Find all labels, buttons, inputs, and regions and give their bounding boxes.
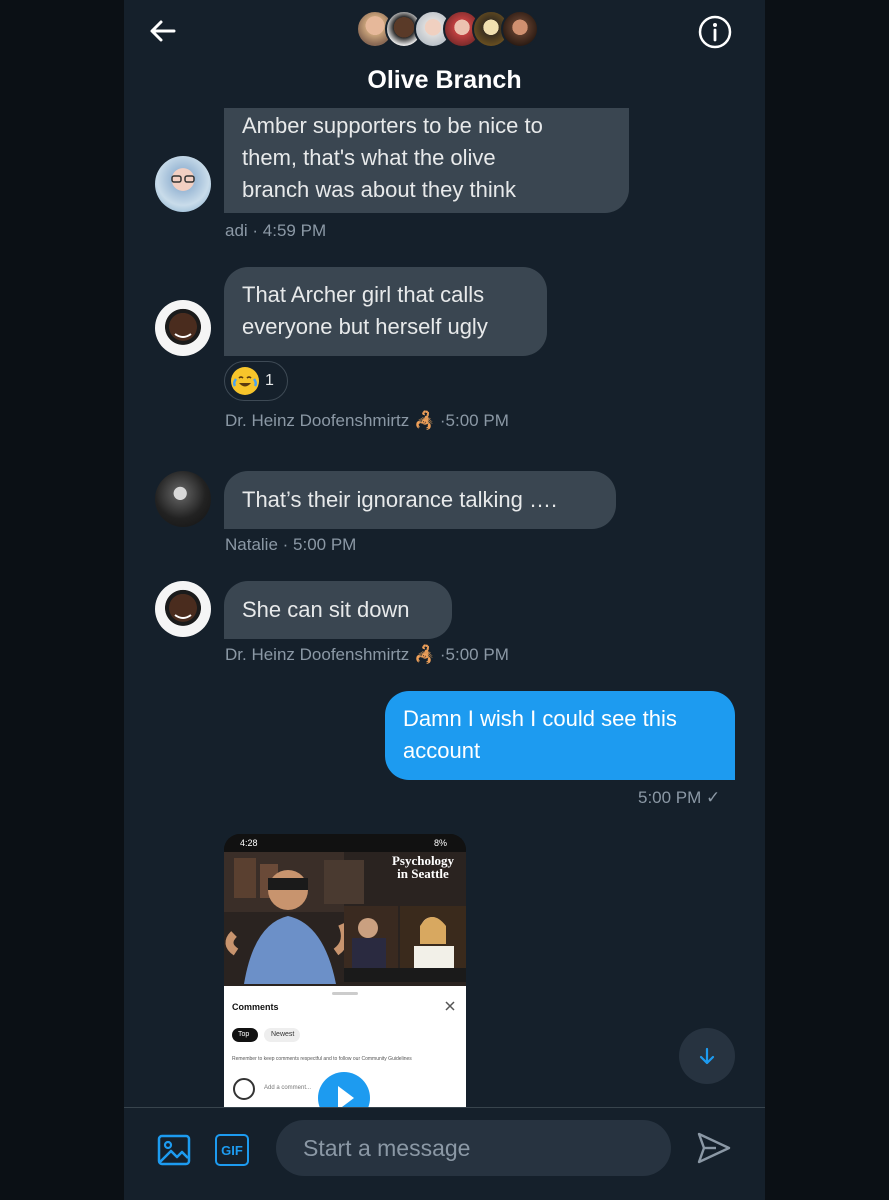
- info-circle-icon[interactable]: [697, 14, 733, 50]
- message-time: 5:00 PM ✓: [638, 788, 721, 807]
- message-meta: Dr. Heinz Doofenshmirtz 🦂 ·5:00 PM: [225, 645, 509, 665]
- group-avatar-stack[interactable]: [356, 10, 539, 50]
- attachment-chip-newest: Newest: [271, 1031, 295, 1038]
- attachment-chip-top: Top: [238, 1031, 250, 1038]
- gif-icon[interactable]: GIF: [215, 1134, 249, 1166]
- message-bubble[interactable]: Amber supporters to be nice to them, tha…: [224, 96, 629, 213]
- sender-name: Natalie ·: [225, 535, 294, 554]
- message-text-line: Amber supporters to be nice to: [242, 113, 543, 138]
- avatar[interactable]: [155, 581, 211, 637]
- arrow-down-icon: [699, 1047, 715, 1065]
- dm-conversation-screen: Olive Branch Amber supporters to be nice…: [124, 0, 765, 1200]
- message-bubble[interactable]: That Archer girl that calls everyone but…: [224, 267, 547, 356]
- attachment-comments-title: Comments: [232, 1002, 279, 1012]
- attachment-guidelines: Remember to keep comments respectful and…: [232, 1056, 412, 1062]
- message-bubble[interactable]: She can sit down: [224, 581, 452, 639]
- message-text-line: account: [403, 738, 481, 763]
- avatar[interactable]: [155, 156, 211, 212]
- attachment-battery: 8%: [434, 838, 448, 848]
- message-time: 5:00 PM: [293, 535, 357, 554]
- avatar[interactable]: [155, 471, 211, 527]
- message-time: 4:59 PM: [262, 221, 327, 240]
- sender-name: Dr. Heinz Doofenshmirtz: [225, 645, 410, 664]
- sender-name: adi ·: [225, 221, 263, 240]
- message-text-line: them, that's what the olive: [242, 145, 496, 170]
- message-meta: adi · 4:59 PM: [225, 221, 326, 241]
- message-text-line: everyone but herself ugly: [242, 314, 488, 339]
- image-icon[interactable]: [156, 1132, 192, 1168]
- message-time: 5:00 PM: [445, 411, 509, 430]
- attachment-add-comment: Add a comment...: [264, 1085, 312, 1091]
- gif-label: GIF: [221, 1142, 243, 1158]
- message-meta: Natalie · 5:00 PM: [225, 535, 356, 555]
- sender-name: Dr. Heinz Doofenshmirtz: [225, 411, 410, 430]
- message-input[interactable]: [276, 1120, 671, 1176]
- arrow-left-icon[interactable]: [146, 14, 180, 48]
- attachment-status-time: 4:28: [240, 838, 258, 848]
- message-text-line: That’s their ignorance talking ….: [242, 487, 558, 512]
- scroll-to-bottom-button[interactable]: [679, 1028, 735, 1084]
- image-attachment[interactable]: 4:28 8% Psychology in Seattle Comments T…: [224, 834, 466, 1124]
- message-text-line: That Archer girl that calls: [242, 282, 485, 307]
- message-bubble[interactable]: That’s their ignorance talking ….: [224, 471, 616, 529]
- conversation-header: Olive Branch: [124, 0, 765, 108]
- attachment-overlay-title: Psychology in Seattle: [380, 854, 466, 880]
- message-bubble[interactable]: Damn I wish I could see this account: [385, 691, 735, 780]
- scorpion-icon: 🦂: [413, 411, 436, 430]
- message-meta: 5:00 PM ✓: [638, 788, 720, 808]
- overlay-line: in Seattle: [397, 866, 449, 881]
- message-text-line: She can sit down: [242, 597, 410, 622]
- send-icon[interactable]: [696, 1130, 732, 1166]
- message-text-line: branch was about they think: [242, 177, 516, 202]
- avatar: [501, 10, 539, 48]
- message-text-line: Damn I wish I could see this: [403, 706, 677, 731]
- message-reaction[interactable]: 1: [224, 361, 288, 401]
- reaction-count: 1: [265, 372, 274, 389]
- face-with-tears-of-joy-icon: [231, 367, 259, 395]
- page-title: Olive Branch: [367, 66, 522, 94]
- message-meta: Dr. Heinz Doofenshmirtz 🦂 ·5:00 PM: [225, 411, 509, 431]
- message-composer: GIF: [124, 1107, 765, 1200]
- message-time: 5:00 PM: [445, 645, 509, 664]
- avatar[interactable]: [155, 300, 211, 356]
- scorpion-icon: 🦂: [413, 645, 436, 664]
